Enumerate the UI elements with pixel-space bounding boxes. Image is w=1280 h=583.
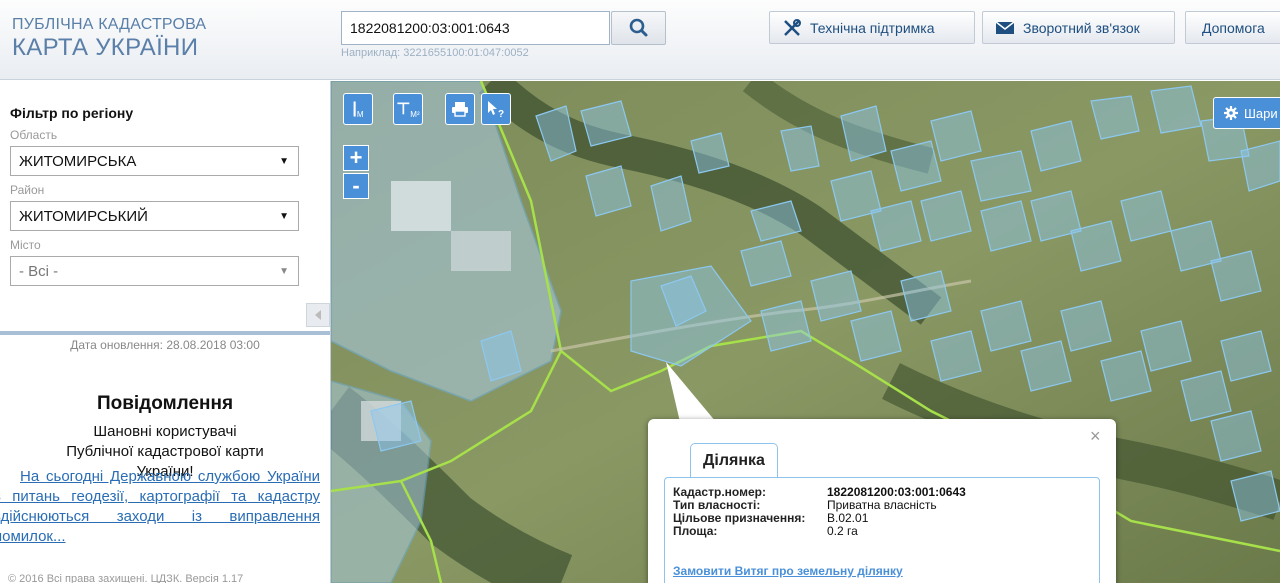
oblast-select[interactable]: ЖИТОМИРСЬКА ▼ [10,146,299,176]
rayon-label: Район [10,183,45,197]
search-icon [629,18,648,37]
oblast-label: Область [10,128,58,142]
print-button[interactable] [445,93,475,125]
logo-line-1: ПУБЛІЧНА КАДАСТРОВА [12,16,207,33]
help-button[interactable]: Допомога [1185,11,1280,44]
update-date: Дата оновлення: 28.08.2018 03:00 [70,338,260,352]
help-label: Допомога [1202,19,1265,36]
collapse-sidebar-button[interactable] [306,303,330,327]
gear-icon [1224,106,1238,120]
parcel-info-panel: Кадастр.номер: 1822081200:03:001:0643 Тип… [664,477,1100,583]
separator [0,331,330,335]
layers-label: Шари [1244,105,1278,121]
filter-title: Фільтр по регіону [10,105,134,121]
rayon-select[interactable]: ЖИТОМИРСЬКИЙ ▼ [10,201,299,231]
search-button[interactable] [611,11,666,45]
feedback-button[interactable]: Зворотний зв'язок [982,11,1175,44]
site-logo[interactable]: ПУБЛІЧНА КАДАСТРОВА КАРТА УКРАЇНИ [12,16,206,62]
logo-line-2: КАРТА УКРАЇНИ [12,34,199,61]
row-value: 0.2 га [827,524,858,538]
row-area: Площа: 0.2 га [673,525,858,538]
row-key: Площа: [673,524,718,538]
oblast-value: ЖИТОМИРСЬКА [19,153,137,170]
tab-parcel[interactable]: Ділянка [690,443,778,477]
city-value: - Всі - [19,263,59,280]
sidebar: Фільтр по регіону Область ЖИТОМИРСЬКА ▼ … [0,81,331,583]
rayon-value: ЖИТОМИРСЬКИЙ [19,208,148,225]
parcel-popup: × Ділянка Кадастр.номер: 1822081200:03:00… [648,419,1116,583]
notice-title: Повідомлення [96,393,234,414]
measure-area-tool[interactable]: ⊤ М² [393,93,423,125]
row-value: Приватна власність [827,498,937,512]
support-label: Технічна підтримка [810,19,935,36]
row-value: В.02.01 [827,511,869,525]
chevron-left-icon [315,310,321,320]
tools-icon [782,18,802,38]
popup-pointer [666,362,716,422]
envelope-icon [995,20,1015,35]
measure-line-tool[interactable]: | М [343,93,373,125]
feedback-label: Зворотний зв'язок [1023,19,1140,36]
dropdown-arrow-icon: ▼ [279,266,289,277]
notice-link[interactable]: На сьогодні Державною службою України з … [0,467,320,547]
svg-text:?: ? [498,109,504,118]
measure-area-label: М² [410,109,420,119]
zoom-in-button[interactable]: + [343,145,369,171]
pointer-help-icon: ? [488,101,504,118]
dropdown-arrow-icon: ▼ [279,211,289,222]
zoom-out-button[interactable]: - [343,173,369,199]
close-icon[interactable]: × [1090,426,1101,447]
cadastral-search-input[interactable] [341,11,610,45]
header: ПУБЛІЧНА КАДАСТРОВА КАРТА УКРАЇНИ Наприк… [0,0,1280,80]
copyright: © 2016 Всі права захищені. ЦДЗК. Версія … [8,573,244,583]
support-button[interactable]: Технічна підтримка [769,11,975,44]
layers-button[interactable]: Шари [1213,97,1280,129]
row-value: 1822081200:03:001:0643 [827,485,966,499]
dropdown-arrow-icon: ▼ [279,156,289,167]
city-select[interactable]: - Всі - ▼ [10,256,299,286]
identify-button[interactable]: ? [481,93,511,125]
measure-line-label: М [356,109,364,119]
search-hint: Наприклад: 3221655100:01:047:0052 [341,47,529,59]
order-extract-link[interactable]: Замовити Витяг про земельну ділянку [673,564,903,578]
city-label: Місто [10,238,41,252]
print-icon [452,102,468,117]
